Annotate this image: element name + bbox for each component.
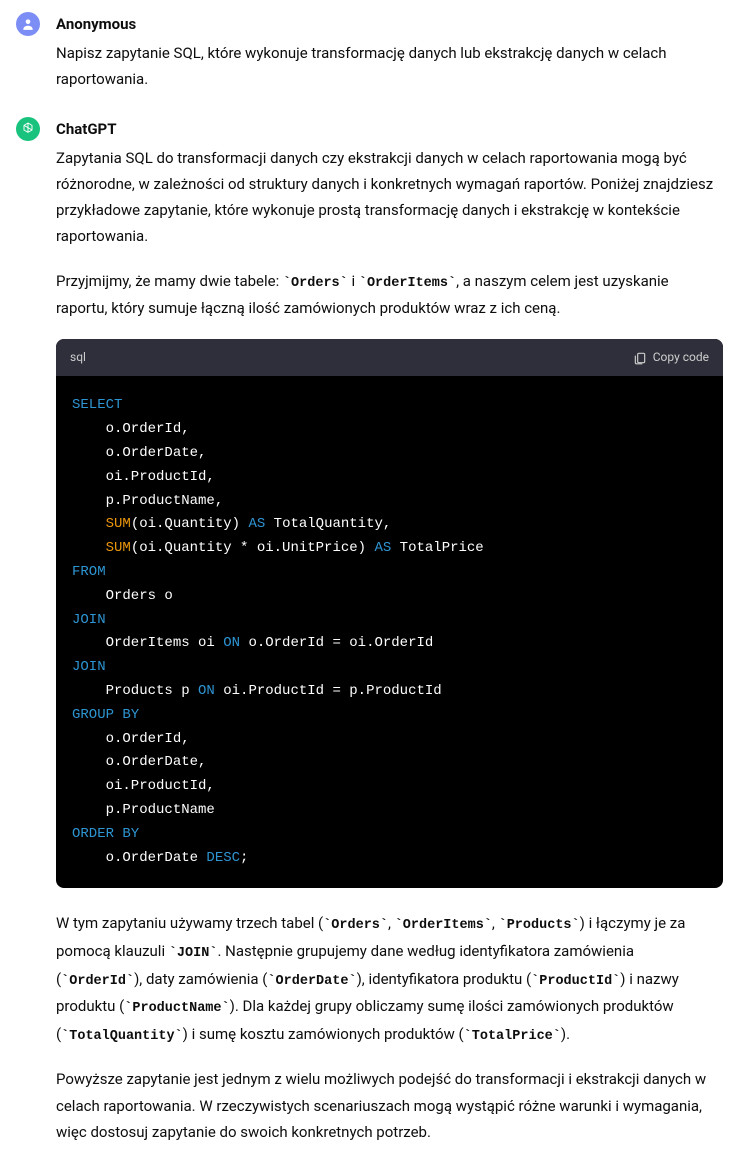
text-span: i (348, 272, 359, 290)
sql-function: SUM (106, 540, 131, 556)
code-span: (oi.Quantity * oi.UnitPrice) (131, 540, 375, 556)
user-author: Anonymous (56, 12, 723, 36)
sql-keyword: FROM (72, 564, 106, 580)
inline-code: `Orders` (323, 918, 388, 933)
sql-keyword: JOIN (72, 659, 106, 675)
inline-code: `OrderItems` (359, 276, 456, 291)
text-span: Przyjmijmy, że mamy dwie tabele: (56, 272, 283, 290)
inline-code: `ProductId` (531, 974, 620, 989)
clipboard-icon (633, 351, 647, 365)
user-text: Napisz zapytanie SQL, które wykonuje tra… (56, 40, 723, 93)
code-line: oi.ProductId, (72, 469, 215, 485)
code-span: Products p (72, 683, 198, 699)
text-span: ). (561, 1025, 570, 1043)
user-prompt: Napisz zapytanie SQL, które wykonuje tra… (56, 40, 723, 93)
sql-keyword: AS (248, 516, 265, 532)
code-line: oi.ProductId, (72, 778, 215, 794)
assistant-p4: Powyższe zapytanie jest jednym z wielu m… (56, 1066, 723, 1145)
code-line: Orders o (72, 588, 173, 604)
code-block-header: sql Copy code (56, 339, 723, 376)
code-block: sql Copy code SELECT o.OrderId, o.OrderD… (56, 339, 723, 888)
code-line: o.OrderDate, (72, 754, 206, 770)
code-span: OrderItems oi (72, 635, 223, 651)
text-span: ), daty zamówienia ( (134, 970, 267, 988)
code-span: o.OrderId = oi.OrderId (240, 635, 433, 651)
sql-keyword: ON (223, 635, 240, 651)
sql-keyword: DESC (206, 850, 240, 866)
person-icon (21, 17, 35, 31)
code-span: TotalQuantity, (265, 516, 391, 532)
code-span: TotalPrice (391, 540, 483, 556)
assistant-p1: Zapytania SQL do transformacji danych cz… (56, 145, 723, 250)
sql-keyword: ON (198, 683, 215, 699)
code-line: o.OrderDate, (72, 445, 206, 461)
sql-function: SUM (106, 516, 131, 532)
code-lang-label: sql (70, 347, 86, 368)
assistant-p2: Przyjmijmy, że mamy dwie tabele: `Orders… (56, 268, 723, 322)
sql-keyword: ORDER BY (72, 826, 139, 842)
inline-code: `TotalPrice` (464, 1029, 561, 1044)
inline-code: `Products` (499, 918, 580, 933)
text-span: W tym zapytaniu używamy trzech tabel ( (56, 914, 323, 932)
assistant-message: ChatGPT Zapytania SQL do transformacji d… (0, 105, 739, 1157)
code-line: p.ProductName (72, 802, 215, 818)
code-line: p.ProductName, (72, 493, 223, 509)
inline-code: `Orders` (283, 276, 348, 291)
code-line: o.OrderId, (72, 421, 190, 437)
user-message: Anonymous Napisz zapytanie SQL, które wy… (0, 0, 739, 105)
code-block-body[interactable]: SELECT o.OrderId, o.OrderDate, oi.Produc… (56, 376, 723, 888)
text-span: , (388, 914, 395, 932)
copy-code-button[interactable]: Copy code (633, 347, 709, 368)
sql-keyword: JOIN (72, 612, 106, 628)
code-line: o.OrderId, (72, 731, 190, 747)
assistant-avatar (16, 117, 40, 141)
code-span: ; (240, 850, 248, 866)
inline-code: `OrderItems` (395, 918, 492, 933)
sql-keyword: SELECT (72, 397, 122, 413)
copy-code-label: Copy code (653, 347, 709, 368)
user-avatar (16, 12, 40, 36)
inline-code: `OrderId` (61, 974, 134, 989)
sql-keyword: GROUP BY (72, 707, 139, 723)
openai-icon (20, 121, 36, 137)
assistant-text: Zapytania SQL do transformacji danych cz… (56, 145, 723, 1146)
assistant-p3: W tym zapytaniu używamy trzech tabel (`O… (56, 910, 723, 1048)
text-span: ), identyfikatora produktu ( (357, 970, 532, 988)
text-span: , (492, 914, 499, 932)
inline-code: `ProductName` (124, 1001, 229, 1016)
code-span: (oi.Quantity) (131, 516, 249, 532)
code-span: o.OrderDate (72, 850, 206, 866)
assistant-author: ChatGPT (56, 117, 723, 141)
inline-code: `JOIN` (169, 946, 218, 961)
inline-code: `OrderDate` (267, 974, 356, 989)
code-span: oi.ProductId = p.ProductId (215, 683, 442, 699)
sql-keyword: AS (374, 540, 391, 556)
inline-code: `TotalQuantity` (61, 1029, 183, 1044)
text-span: ) i sumę kosztu zamówionych produktów ( (183, 1025, 464, 1043)
